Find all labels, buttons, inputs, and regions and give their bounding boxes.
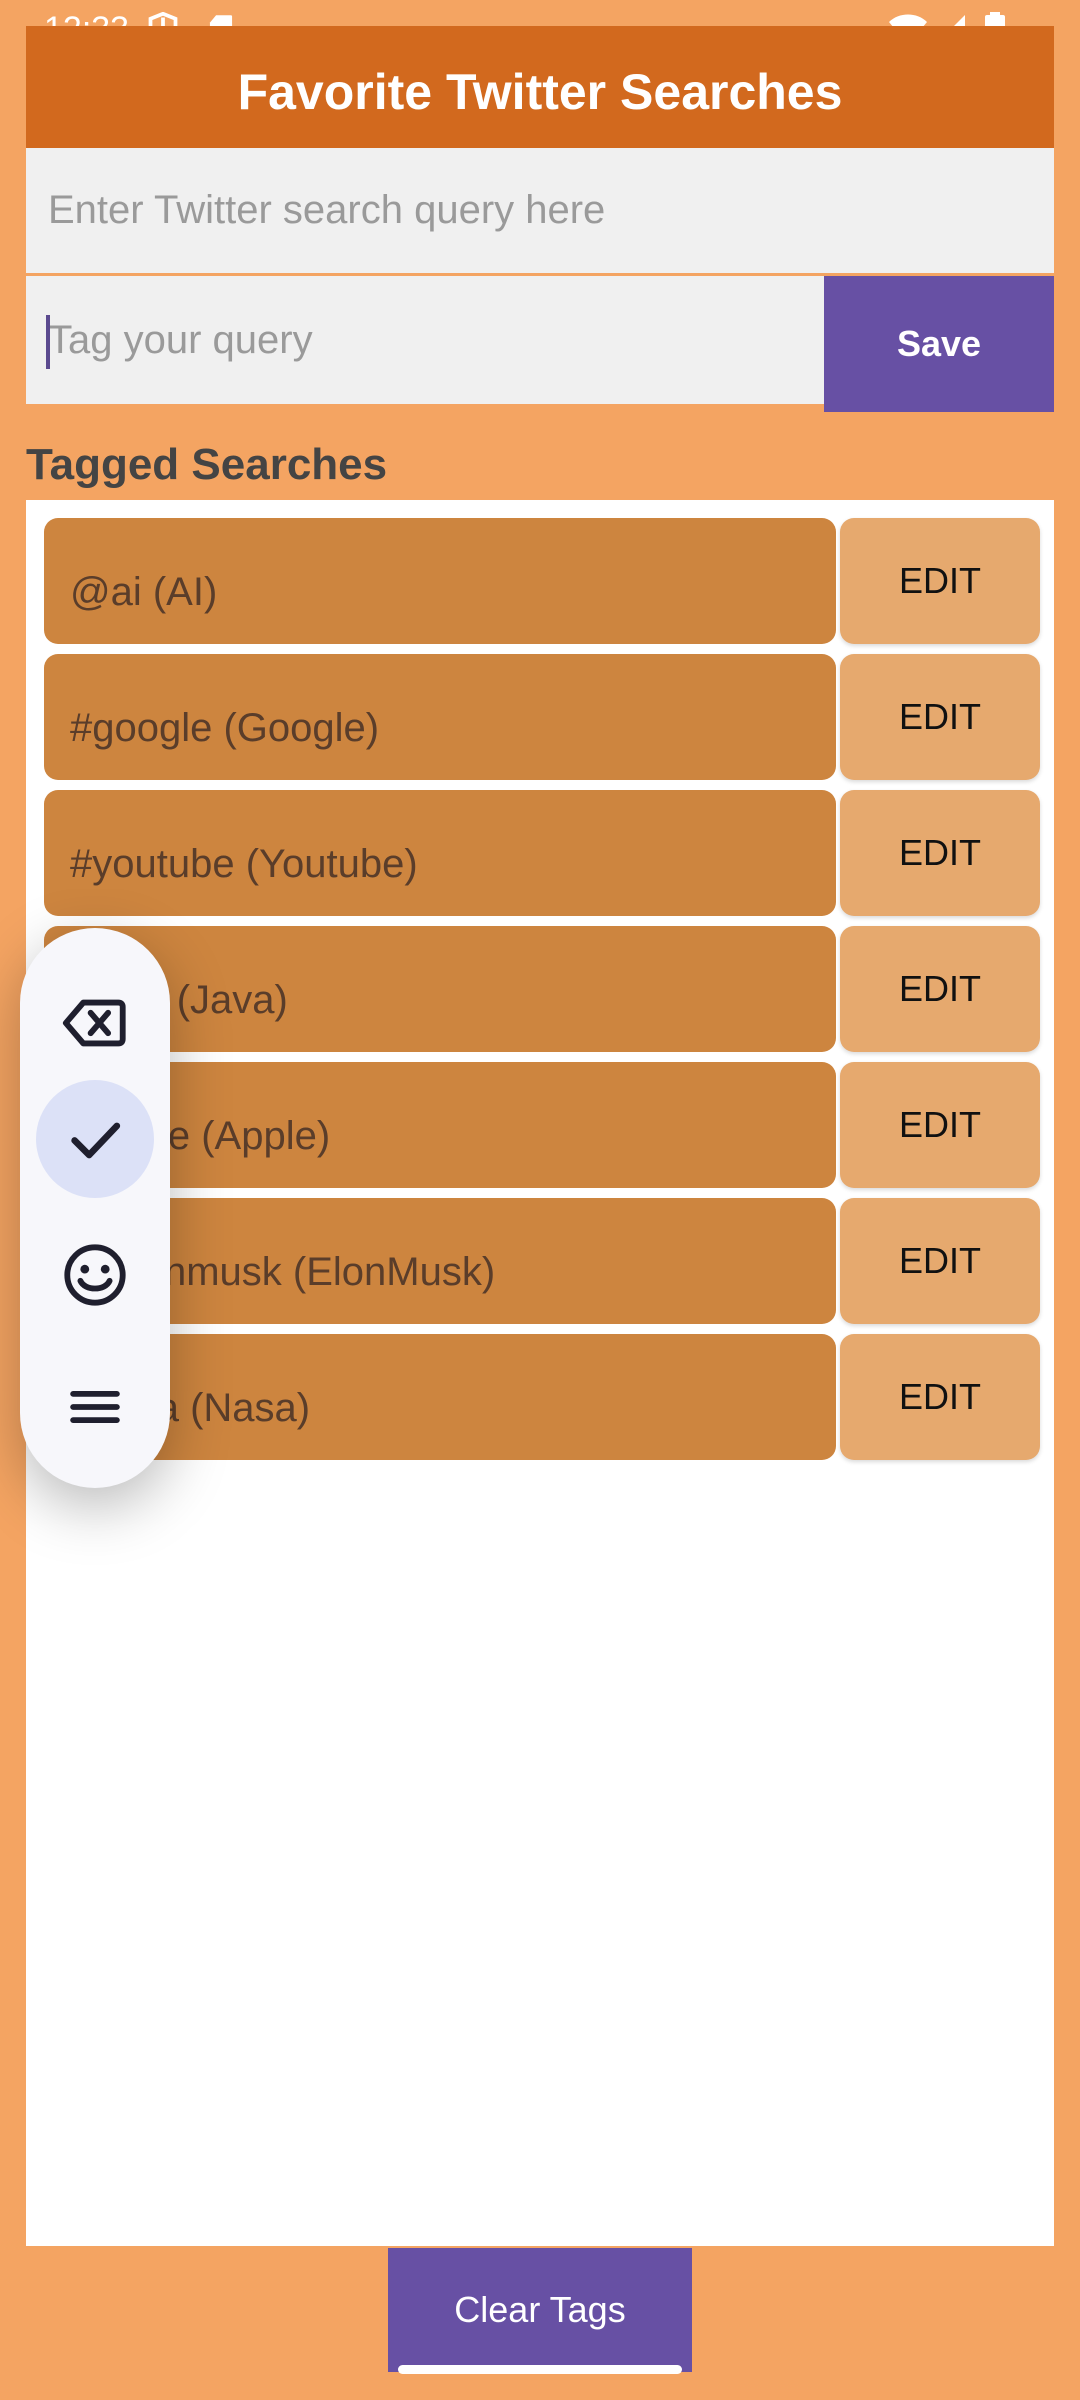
list-item: #nasa (Nasa) EDIT xyxy=(44,1334,1044,1460)
list-item: @ai (AI) EDIT xyxy=(44,518,1044,644)
tag-query-button[interactable]: @ai (AI) xyxy=(44,518,836,644)
menu-icon[interactable] xyxy=(36,1348,154,1466)
list-item: #youtube (Youtube) EDIT xyxy=(44,790,1044,916)
list-item: #google (Google) EDIT xyxy=(44,654,1044,780)
search-query-input[interactable] xyxy=(26,148,1054,276)
edit-button[interactable]: EDIT xyxy=(840,790,1040,916)
app-title-bar: Favorite Twitter Searches xyxy=(26,26,1054,148)
backspace-icon[interactable] xyxy=(36,964,154,1082)
edit-button[interactable]: EDIT xyxy=(840,518,1040,644)
list-item: @elonmusk (ElonMusk) EDIT xyxy=(44,1198,1044,1324)
list-item: #java (Java) EDIT xyxy=(44,926,1044,1052)
tag-input[interactable] xyxy=(26,276,824,404)
emoji-icon[interactable] xyxy=(36,1216,154,1334)
tag-query-button[interactable]: #google (Google) xyxy=(44,654,836,780)
app-title: Favorite Twitter Searches xyxy=(237,64,843,120)
tagged-searches-list[interactable]: @ai (AI) EDIT #google (Google) EDIT #you… xyxy=(26,500,1054,2246)
edit-button[interactable]: EDIT xyxy=(840,1198,1040,1324)
keyboard-floating-toolbar xyxy=(20,928,170,1488)
edit-button[interactable]: EDIT xyxy=(840,1062,1040,1188)
edit-button[interactable]: EDIT xyxy=(840,926,1040,1052)
save-button[interactable]: Save xyxy=(824,276,1054,412)
home-indicator[interactable] xyxy=(398,2365,682,2374)
edit-button[interactable]: EDIT xyxy=(840,654,1040,780)
clear-tags-button[interactable]: Clear Tags xyxy=(388,2248,692,2372)
edit-button[interactable]: EDIT xyxy=(840,1334,1040,1460)
tag-query-button[interactable]: #youtube (Youtube) xyxy=(44,790,836,916)
tagged-searches-heading: Tagged Searches xyxy=(26,440,388,489)
list-item: #apple (Apple) EDIT xyxy=(44,1062,1044,1188)
check-icon[interactable] xyxy=(36,1080,154,1198)
text-cursor xyxy=(46,315,50,369)
